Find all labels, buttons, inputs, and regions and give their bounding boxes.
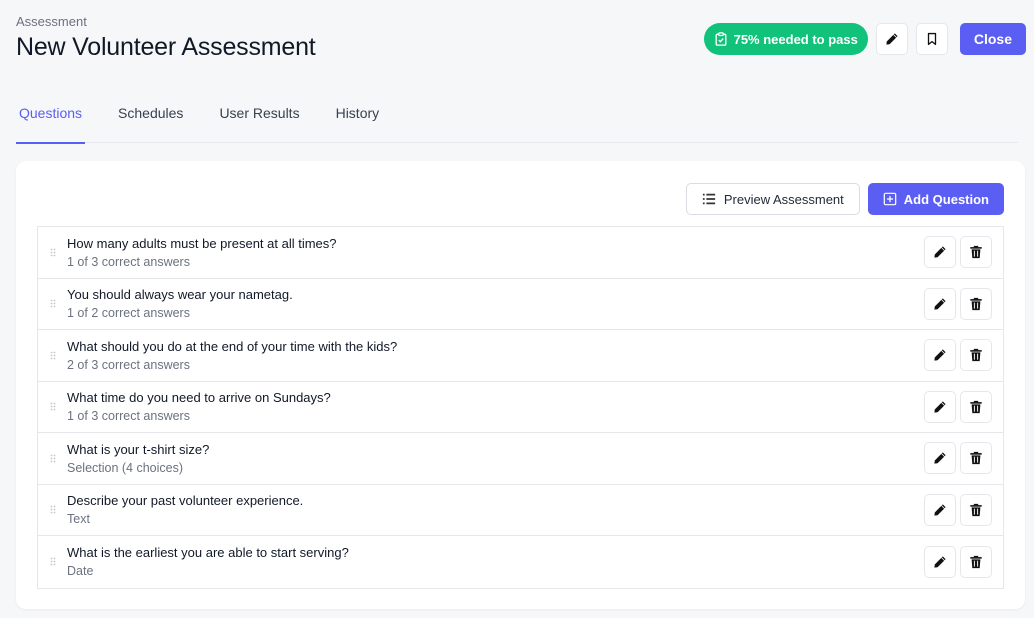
edit-question-button[interactable]	[924, 236, 956, 269]
question-text: What is the earliest you are able to sta…	[67, 545, 924, 578]
close-button[interactable]: Close	[959, 23, 1026, 55]
page-title: New Volunteer Assessment	[16, 33, 316, 61]
question-subtitle: 1 of 2 correct answers	[67, 306, 190, 321]
trash-icon	[970, 297, 982, 310]
header-actions: 75% needed to pass Close	[703, 23, 1026, 55]
question-title: What should you do at the end of your ti…	[67, 338, 398, 354]
question-subtitle: Date	[67, 564, 94, 579]
row-actions	[924, 339, 992, 372]
question-subtitle: 1 of 3 correct answers	[67, 254, 190, 269]
plus-square-icon	[883, 192, 897, 206]
drag-handle-icon[interactable]	[38, 557, 67, 566]
drag-handle-icon[interactable]	[38, 454, 67, 463]
questions-card: Preview Assessment Add Question How many…	[16, 161, 1025, 609]
pass-threshold-badge: 75% needed to pass	[703, 23, 868, 55]
preview-assessment-label: Preview Assessment	[723, 191, 844, 207]
card-actions: Preview Assessment Add Question	[685, 183, 1004, 215]
row-actions	[924, 390, 992, 423]
question-text: What is your t-shirt size? Selection (4 …	[67, 442, 924, 475]
question-text: How many adults must be present at all t…	[67, 236, 924, 269]
question-text: What time do you need to arrive on Sunda…	[67, 390, 924, 423]
trash-icon	[970, 503, 982, 516]
pencil-icon	[934, 452, 946, 464]
delete-question-button[interactable]	[960, 493, 992, 526]
add-question-label: Add Question	[903, 191, 989, 207]
delete-question-button[interactable]	[960, 339, 992, 372]
trash-icon	[970, 452, 982, 465]
delete-question-button[interactable]	[960, 236, 992, 269]
page-header: Assessment New Volunteer Assessment	[16, 14, 316, 62]
question-row[interactable]: What time do you need to arrive on Sunda…	[38, 382, 1003, 433]
tab-user-results[interactable]: User Results	[216, 96, 302, 143]
drag-handle-icon[interactable]	[38, 505, 67, 514]
drag-handle-icon[interactable]	[38, 402, 67, 411]
pass-badge-label: 75% needed to pass	[733, 31, 858, 47]
question-subtitle: Text	[67, 512, 90, 527]
pencil-icon	[934, 556, 946, 568]
pencil-icon	[934, 504, 946, 516]
delete-question-button[interactable]	[960, 390, 992, 423]
tab-bar: Questions Schedules User Results History	[16, 96, 1018, 144]
row-actions	[924, 287, 992, 320]
tab-questions[interactable]: Questions	[16, 96, 86, 144]
delete-question-button[interactable]	[960, 545, 992, 578]
trash-icon	[970, 400, 982, 413]
clipboard-check-icon	[715, 32, 727, 46]
drag-handle-icon[interactable]	[38, 351, 67, 360]
list-icon	[702, 193, 715, 205]
edit-assessment-button[interactable]	[875, 23, 908, 55]
pencil-icon	[934, 298, 946, 310]
question-title: What is the earliest you are able to sta…	[67, 545, 349, 561]
question-text: What should you do at the end of your ti…	[67, 339, 924, 372]
delete-question-button[interactable]	[960, 287, 992, 320]
edit-question-button[interactable]	[924, 545, 956, 578]
question-subtitle: 2 of 3 correct answers	[67, 357, 190, 372]
question-row[interactable]: What is the earliest you are able to sta…	[38, 536, 1003, 588]
edit-question-button[interactable]	[924, 493, 956, 526]
bookmark-button[interactable]	[915, 23, 948, 55]
edit-question-button[interactable]	[924, 339, 956, 372]
question-row[interactable]: How many adults must be present at all t…	[38, 227, 1003, 279]
drag-handle-icon[interactable]	[38, 299, 67, 308]
question-row[interactable]: You should always wear your nametag. 1 o…	[38, 279, 1003, 330]
edit-question-button[interactable]	[924, 287, 956, 320]
pencil-icon	[934, 401, 946, 413]
question-row[interactable]: What should you do at the end of your ti…	[38, 330, 1003, 382]
question-text: You should always wear your nametag. 1 o…	[67, 287, 924, 320]
tab-schedules[interactable]: Schedules	[115, 96, 186, 143]
page-eyebrow: Assessment	[16, 14, 87, 29]
question-text: Describe your past volunteer experience.…	[67, 493, 924, 526]
bookmark-icon	[927, 32, 937, 46]
question-title: You should always wear your nametag.	[67, 287, 293, 303]
row-actions	[924, 493, 992, 526]
drag-handle-icon[interactable]	[38, 248, 67, 257]
question-title: How many adults must be present at all t…	[67, 235, 337, 251]
trash-icon	[970, 555, 982, 568]
trash-icon	[970, 246, 982, 259]
tab-history[interactable]: History	[333, 96, 383, 143]
edit-question-button[interactable]	[924, 390, 956, 423]
edit-question-button[interactable]	[924, 442, 956, 475]
pencil-icon	[934, 246, 946, 258]
question-list: How many adults must be present at all t…	[37, 226, 1004, 589]
trash-icon	[970, 349, 982, 362]
question-title: What time do you need to arrive on Sunda…	[67, 390, 331, 406]
pencil-icon	[934, 349, 946, 361]
question-subtitle: Selection (4 choices)	[67, 460, 184, 475]
question-subtitle: 1 of 3 correct answers	[67, 409, 190, 424]
question-row[interactable]: Describe your past volunteer experience.…	[38, 485, 1003, 536]
row-actions	[924, 442, 992, 475]
add-question-button[interactable]: Add Question	[867, 183, 1004, 215]
row-actions	[924, 236, 992, 269]
row-actions	[924, 545, 992, 578]
preview-assessment-button[interactable]: Preview Assessment	[685, 183, 860, 215]
question-title: What is your t-shirt size?	[67, 441, 210, 457]
pencil-icon	[886, 33, 898, 45]
delete-question-button[interactable]	[960, 442, 992, 475]
question-title: Describe your past volunteer experience.	[67, 493, 304, 509]
question-row[interactable]: What is your t-shirt size? Selection (4 …	[38, 433, 1003, 485]
